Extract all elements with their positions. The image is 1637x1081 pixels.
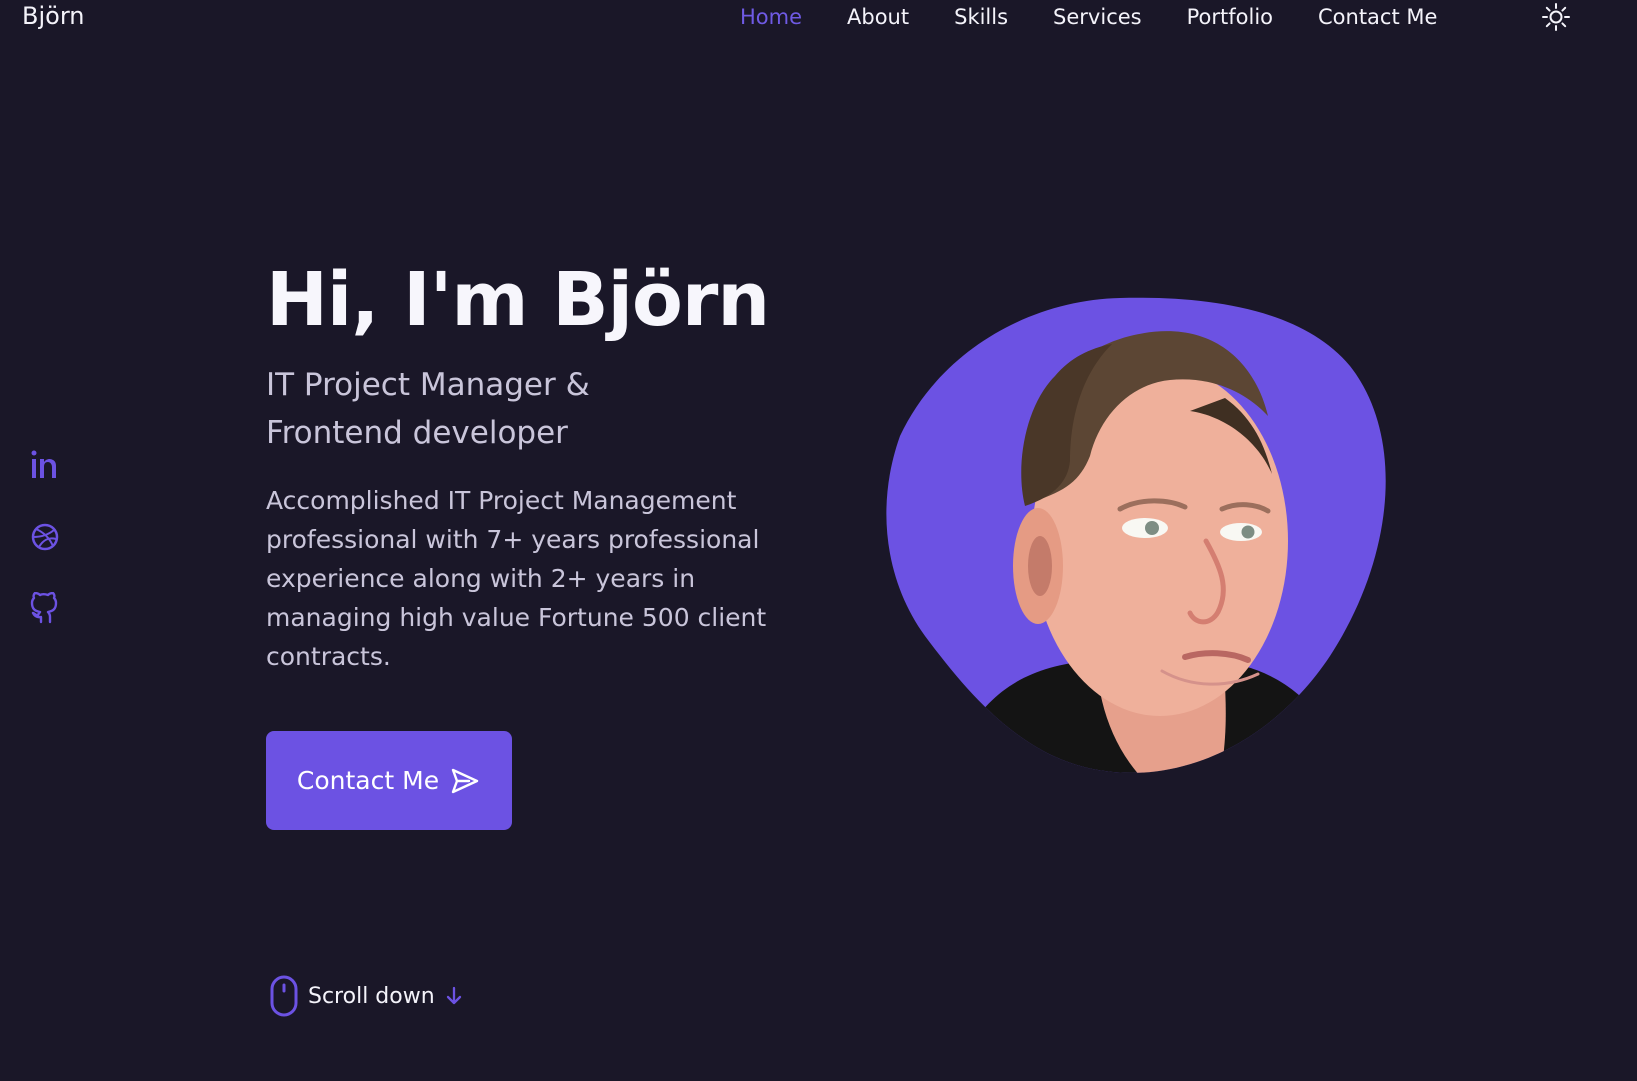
contact-me-label: Contact Me bbox=[296, 766, 440, 795]
home-subtitle: IT Project Manager & Frontend developer bbox=[266, 367, 590, 451]
scroll-down-label: Scroll down bbox=[308, 983, 435, 1009]
main-nav: Home About Skills Services Portfolio Con… bbox=[740, 0, 1482, 34]
home-title: Hi, I'm Björn bbox=[266, 257, 770, 343]
mouse-icon bbox=[270, 975, 298, 1017]
profile-photo bbox=[886, 297, 1386, 773]
nav-portfolio[interactable]: Portfolio bbox=[1187, 5, 1273, 29]
theme-toggle[interactable] bbox=[1541, 2, 1571, 32]
home-description: Accomplished IT Project Management profe… bbox=[266, 486, 767, 671]
home-text: Hi, I'm Björn IT Project Manager & Front… bbox=[266, 255, 826, 676]
nav-about[interactable]: About bbox=[847, 5, 909, 29]
dribbble-link[interactable] bbox=[28, 520, 62, 554]
github-link[interactable] bbox=[28, 591, 62, 626]
linkedin-icon bbox=[31, 450, 56, 478]
send-icon bbox=[451, 768, 479, 793]
social-links bbox=[28, 448, 62, 664]
nav-skills[interactable]: Skills bbox=[954, 5, 1008, 29]
logo[interactable]: Björn bbox=[22, 2, 84, 30]
dribbble-icon bbox=[31, 523, 59, 551]
github-icon bbox=[30, 591, 58, 624]
sun-icon bbox=[1542, 3, 1570, 31]
contact-me-button[interactable]: Contact Me bbox=[266, 731, 512, 830]
header: Björn Home About Skills Services Portfol… bbox=[0, 0, 1637, 40]
nav-services[interactable]: Services bbox=[1053, 5, 1142, 29]
linkedin-link[interactable] bbox=[28, 448, 62, 482]
nav-home[interactable]: Home bbox=[740, 5, 802, 29]
scroll-down-link[interactable]: Scroll down bbox=[268, 975, 463, 1017]
arrow-down-icon bbox=[446, 986, 461, 1005]
profile-image bbox=[880, 296, 1396, 776]
nav-contact[interactable]: Contact Me bbox=[1318, 5, 1437, 29]
